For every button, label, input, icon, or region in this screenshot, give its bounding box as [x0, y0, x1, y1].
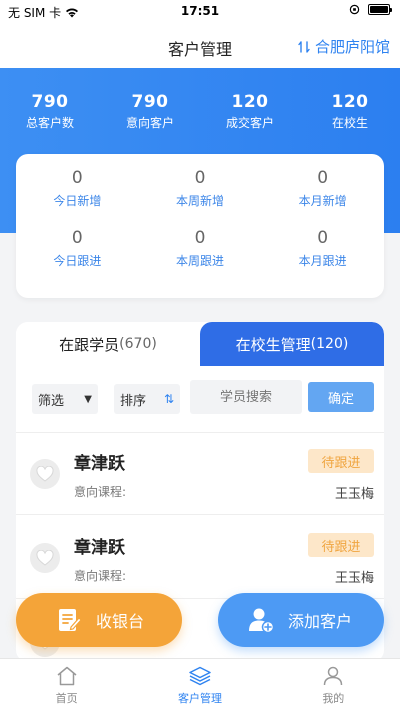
stat-intent-customers[interactable]: 790 意向客户 — [100, 92, 200, 131]
tab-label: 客户管理 — [177, 692, 222, 705]
tab-count: (670) — [119, 336, 157, 352]
filter-bar: 筛选 ▼ 排序 ⇅ 确定 — [16, 380, 384, 420]
status-bar: 无 SIM 卡 17:51 — [0, 0, 400, 24]
activity-label: 本月跟进 — [298, 254, 347, 268]
favorite-heart-icon[interactable] — [30, 459, 60, 489]
activity-value: 0 — [194, 168, 206, 188]
swap-icon — [298, 40, 310, 53]
status-badge: 待跟进 — [308, 449, 374, 473]
tab-profile[interactable]: 我的 — [267, 659, 400, 711]
bottom-tab-bar: 首页 客户管理 我的 — [0, 658, 400, 711]
sort-label: 排序 — [120, 393, 147, 409]
tab-following[interactable]: 在跟学员 (670) — [16, 322, 200, 366]
stat-label: 总客户数 — [25, 116, 74, 130]
clock: 17:51 — [180, 4, 220, 18]
stat-value: 790 — [131, 92, 169, 112]
favorite-heart-icon[interactable] — [30, 543, 60, 573]
stat-deal-customers[interactable]: 120 成交客户 — [200, 92, 300, 131]
stat-label: 意向客户 — [125, 116, 174, 130]
student-row[interactable]: 章津跃 意向课程: 待跟进 王玉梅 — [16, 517, 384, 599]
cashier-label: 收银台 — [96, 612, 145, 631]
tab-label: 在校生管理 — [235, 335, 311, 354]
activity-value: 0 — [71, 228, 83, 248]
home-icon — [55, 665, 79, 687]
activity-value: 0 — [317, 228, 329, 248]
activity-label: 本月新增 — [298, 194, 347, 208]
advisor-name: 王玉梅 — [334, 487, 374, 502]
confirm-button[interactable]: 确定 — [308, 382, 374, 412]
tab-label: 我的 — [322, 692, 345, 705]
stat-value: 120 — [331, 92, 369, 112]
activity-week-follow[interactable]: 0 本周跟进 — [139, 228, 262, 288]
tab-label: 首页 — [55, 692, 78, 705]
stat-value: 790 — [31, 92, 69, 112]
course-label: 意向课程: — [74, 485, 127, 499]
tab-label: 在跟学员 — [59, 335, 120, 354]
cashier-icon — [54, 605, 84, 635]
add-customer-button[interactable]: 添加客户 — [218, 593, 384, 647]
cashier-button[interactable]: 收银台 — [16, 593, 182, 647]
student-row[interactable]: 章津跃 意向课程: 待跟进 王玉梅 — [16, 433, 384, 515]
filter-dropdown[interactable]: 筛选 ▼ — [32, 384, 98, 414]
stat-label: 在校生 — [331, 116, 368, 130]
activity-label: 本周跟进 — [175, 254, 224, 268]
activity-today-new[interactable]: 0 今日新增 — [16, 168, 139, 228]
student-name: 章津跃 — [74, 538, 125, 558]
sort-icon: ⇅ — [163, 392, 174, 406]
activity-value: 0 — [71, 168, 83, 188]
status-badge: 待跟进 — [308, 533, 374, 557]
activity-value: 0 — [317, 168, 329, 188]
student-name: 章津跃 — [74, 454, 125, 474]
user-icon — [321, 665, 345, 687]
tab-home[interactable]: 首页 — [0, 659, 133, 711]
activity-month-new[interactable]: 0 本月新增 — [261, 168, 384, 228]
list-tabs: 在跟学员 (670) 在校生管理 (120) — [16, 322, 384, 366]
course-label: 意向课程: — [74, 569, 127, 583]
location-name: 合肥庐阳馆 — [314, 38, 390, 56]
tab-enrolled-management[interactable]: 在校生管理 (120) — [200, 322, 384, 366]
activity-today-follow[interactable]: 0 今日跟进 — [16, 228, 139, 288]
layers-icon — [188, 665, 212, 687]
sort-dropdown[interactable]: 排序 ⇅ — [114, 384, 180, 414]
activity-value: 0 — [194, 228, 206, 248]
orientation-lock-icon — [349, 4, 360, 15]
location-switcher[interactable]: 合肥庐阳馆 — [297, 36, 390, 57]
add-customer-label: 添加客户 — [288, 612, 353, 631]
battery-icon — [368, 4, 392, 15]
activity-label: 今日跟进 — [53, 254, 102, 268]
stat-value: 120 — [231, 92, 269, 112]
activity-label: 本周新增 — [175, 194, 224, 208]
stat-total-customers[interactable]: 790 总客户数 — [0, 92, 100, 131]
add-user-icon — [246, 605, 276, 635]
advisor-name: 王玉梅 — [334, 571, 374, 586]
stat-label: 成交客户 — [225, 116, 274, 130]
caret-down-icon: ▼ — [84, 393, 92, 405]
activity-card: 0 今日新增 0 本周新增 0 本月新增 0 今日跟进 0 本周跟进 0 本月跟… — [16, 154, 384, 298]
filter-label: 筛选 — [38, 393, 65, 409]
activity-week-new[interactable]: 0 本周新增 — [139, 168, 262, 228]
tab-customer-management[interactable]: 客户管理 — [133, 659, 266, 711]
activity-month-follow[interactable]: 0 本月跟进 — [261, 228, 384, 288]
student-search-input[interactable] — [190, 380, 302, 414]
activity-label: 今日新增 — [53, 194, 102, 208]
stat-enrolled[interactable]: 120 在校生 — [300, 92, 400, 131]
tab-count: (120) — [310, 336, 349, 352]
nav-bar: 客户管理 合肥庐阳馆 — [0, 24, 400, 68]
